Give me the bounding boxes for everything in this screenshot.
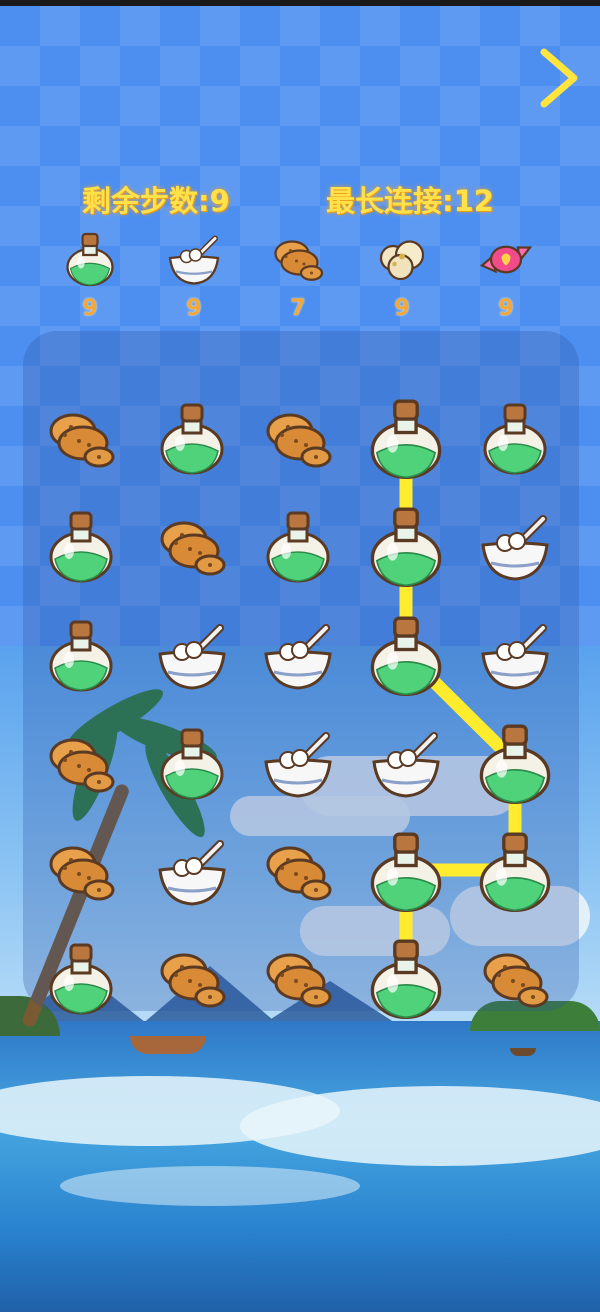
potion-icon bbox=[370, 507, 442, 588]
cookies-icon bbox=[266, 413, 332, 468]
bowl-icon bbox=[481, 624, 549, 690]
board-tile-bowl[interactable] bbox=[258, 722, 338, 802]
goal-potion: 9 bbox=[55, 228, 125, 328]
game-screen: 剩余步数:9 最长连接:12 9 9 7 9 9 bbox=[0, 0, 600, 1312]
cookies-icon bbox=[49, 738, 115, 793]
board-tile-bowl[interactable] bbox=[152, 614, 232, 694]
goal-popcorn: 9 bbox=[367, 228, 437, 328]
bowl-icon bbox=[481, 515, 549, 581]
cookies-icon bbox=[483, 953, 549, 1008]
potion-icon bbox=[370, 939, 442, 1020]
bowl-icon bbox=[159, 228, 229, 288]
cookies-icon bbox=[266, 953, 332, 1008]
potion-icon bbox=[49, 620, 113, 692]
bowl-icon bbox=[372, 732, 440, 798]
goal-count: 9 bbox=[82, 296, 98, 321]
potion-icon bbox=[160, 728, 224, 800]
goal-bowl: 9 bbox=[159, 228, 229, 328]
longest-chain: 最长连接:12 bbox=[326, 184, 494, 218]
bowl-icon bbox=[264, 624, 332, 690]
cookies-icon bbox=[160, 521, 226, 576]
chevron-right-icon bbox=[540, 48, 578, 108]
bowl-icon bbox=[158, 840, 226, 906]
board-tile-cookies[interactable] bbox=[152, 937, 232, 1017]
board-tile-potion[interactable] bbox=[152, 397, 232, 477]
board-tile-potion[interactable] bbox=[475, 397, 555, 477]
boat bbox=[130, 1036, 206, 1054]
potion-icon bbox=[49, 511, 113, 583]
board-tile-cookies[interactable] bbox=[475, 937, 555, 1017]
cookies-icon bbox=[263, 228, 333, 288]
potion-icon bbox=[266, 511, 330, 583]
board-tile-bowl[interactable] bbox=[475, 505, 555, 585]
board-tile-bowl[interactable] bbox=[258, 614, 338, 694]
board-tile-cookies[interactable] bbox=[258, 937, 338, 1017]
goal-cookies: 7 bbox=[263, 228, 333, 328]
potion-icon bbox=[370, 832, 442, 913]
board-tile-cookies[interactable] bbox=[152, 505, 232, 585]
potion-icon bbox=[370, 399, 442, 480]
popcorn-icon bbox=[367, 228, 437, 288]
board-tile-potion[interactable] bbox=[475, 830, 555, 913]
candy-icon bbox=[471, 228, 541, 288]
board-tile-bowl[interactable] bbox=[152, 830, 232, 910]
potion-icon bbox=[479, 832, 551, 913]
wave bbox=[60, 1166, 360, 1206]
cookies-icon bbox=[266, 846, 332, 901]
board-tile-potion[interactable] bbox=[366, 937, 446, 1020]
board-tile-cookies[interactable] bbox=[258, 830, 338, 910]
potion-icon bbox=[479, 724, 551, 805]
board-tile-potion[interactable] bbox=[152, 722, 232, 802]
sea bbox=[0, 1021, 600, 1312]
goal-count: 9 bbox=[498, 296, 514, 321]
potion-icon bbox=[55, 228, 125, 288]
board-tile-potion[interactable] bbox=[366, 614, 446, 697]
goal-count: 9 bbox=[186, 296, 202, 321]
boat bbox=[510, 1048, 536, 1056]
potion-icon bbox=[370, 616, 442, 697]
board-tile-potion[interactable] bbox=[366, 830, 446, 913]
board-tile-bowl[interactable] bbox=[366, 722, 446, 802]
bowl-icon bbox=[264, 732, 332, 798]
board-tile-potion[interactable] bbox=[258, 505, 338, 585]
potion-icon bbox=[49, 943, 113, 1015]
board-tile-cookies[interactable] bbox=[41, 830, 121, 910]
board-tile-potion[interactable] bbox=[366, 397, 446, 480]
goal-count: 9 bbox=[394, 296, 410, 321]
board-tile-potion[interactable] bbox=[41, 505, 121, 585]
board-tile-potion[interactable] bbox=[41, 614, 121, 694]
remaining-moves: 剩余步数:9 bbox=[82, 184, 230, 218]
potion-icon bbox=[483, 403, 547, 475]
bowl-icon bbox=[158, 624, 226, 690]
board-tile-cookies[interactable] bbox=[41, 722, 121, 802]
next-button[interactable] bbox=[534, 46, 584, 110]
board-tile-cookies[interactable] bbox=[258, 397, 338, 477]
potion-icon bbox=[160, 403, 224, 475]
goal-count: 7 bbox=[290, 296, 306, 321]
board-tile-potion[interactable] bbox=[475, 722, 555, 805]
board-tile-cookies[interactable] bbox=[41, 397, 121, 477]
cookies-icon bbox=[49, 846, 115, 901]
cookies-icon bbox=[160, 953, 226, 1008]
board-tile-potion[interactable] bbox=[366, 505, 446, 588]
board-tile-potion[interactable] bbox=[41, 937, 121, 1017]
goal-candy: 9 bbox=[471, 228, 541, 328]
board-tile-bowl[interactable] bbox=[475, 614, 555, 694]
cookies-icon bbox=[49, 413, 115, 468]
